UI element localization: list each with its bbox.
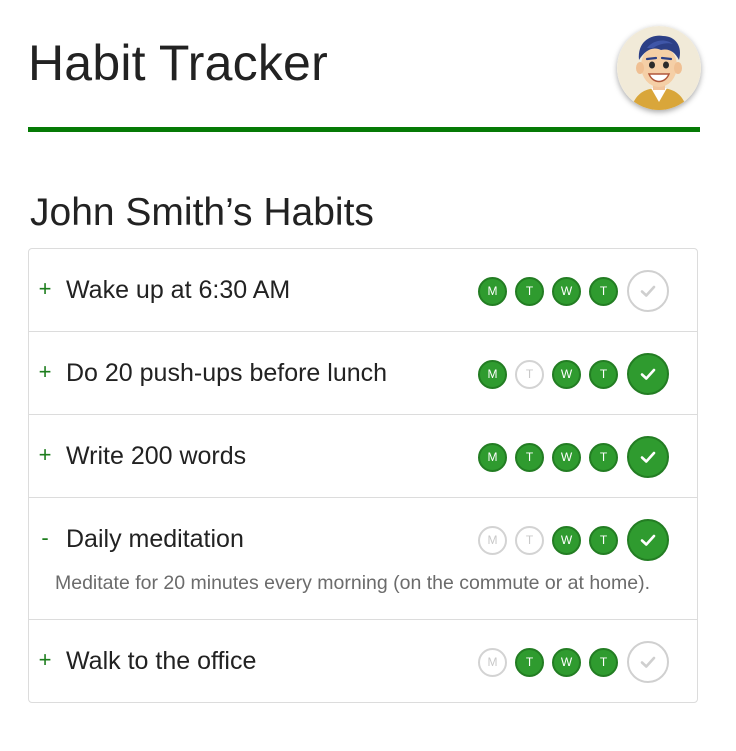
weekday-status-group: MTWT xyxy=(478,641,669,683)
expand-toggle[interactable]: + xyxy=(37,275,53,303)
expand-toggle[interactable]: + xyxy=(37,441,53,469)
checkmark-icon xyxy=(640,656,656,668)
day-status-w[interactable]: W xyxy=(552,525,581,555)
habit-name[interactable]: Wake up at 6:30 AM xyxy=(66,275,290,305)
weekday-status-group: MTWT xyxy=(478,519,669,561)
user-avatar-icon[interactable] xyxy=(617,26,701,110)
today-check-button[interactable] xyxy=(627,353,669,395)
habit-row: + Do 20 push-ups before lunch M T W T xyxy=(29,331,697,414)
today-check-button[interactable] xyxy=(627,270,669,312)
habit-row-header: + Walk to the office M T W T xyxy=(29,620,697,702)
day-status-t[interactable]: T xyxy=(589,525,618,555)
habit-name[interactable]: Walk to the office xyxy=(66,646,256,676)
today-check-button[interactable] xyxy=(627,436,669,478)
day-status-t[interactable]: T xyxy=(515,276,544,306)
avatar-illustration xyxy=(617,26,701,110)
weekday-status-group: MTWT xyxy=(478,436,669,478)
checkmark-icon xyxy=(640,451,656,463)
day-status-w[interactable]: W xyxy=(552,647,581,677)
day-status-t[interactable]: T xyxy=(589,442,618,472)
expand-toggle[interactable]: + xyxy=(37,358,53,386)
collapse-toggle[interactable]: - xyxy=(37,524,53,552)
day-status-w[interactable]: W xyxy=(552,276,581,306)
habit-row-header: + Write 200 words M T W T xyxy=(29,415,697,497)
day-status-m[interactable]: M xyxy=(478,359,507,389)
section-title: John Smith’s Habits xyxy=(30,191,374,234)
habit-row: + Walk to the office M T W T xyxy=(29,619,697,702)
day-status-t[interactable]: T xyxy=(515,359,544,389)
habit-row-header: - Daily meditation M T W T xyxy=(29,498,697,580)
app-title: Habit Tracker xyxy=(28,35,328,91)
today-check-button[interactable] xyxy=(627,641,669,683)
weekday-status-group: MTWT xyxy=(478,353,669,395)
day-status-m[interactable]: M xyxy=(478,276,507,306)
habit-row-header: + Do 20 push-ups before lunch M T W T xyxy=(29,332,697,414)
day-status-t[interactable]: T xyxy=(589,359,618,389)
checkmark-icon xyxy=(640,534,656,546)
habit-name[interactable]: Daily meditation xyxy=(66,524,244,554)
day-status-t[interactable]: T xyxy=(515,647,544,677)
habit-list: + Wake up at 6:30 AM M T W T + Do 20 push-ups b… xyxy=(28,248,698,703)
day-status-t[interactable]: T xyxy=(515,442,544,472)
habit-name[interactable]: Do 20 push-ups before lunch xyxy=(66,358,387,388)
day-status-t[interactable]: T xyxy=(589,647,618,677)
day-status-m[interactable]: M xyxy=(478,525,507,555)
day-status-t[interactable]: T xyxy=(515,525,544,555)
habit-row: + Write 200 words M T W T xyxy=(29,414,697,497)
habit-row: - Daily meditation M T W T Meditate for 20 min… xyxy=(29,497,697,619)
day-status-w[interactable]: W xyxy=(552,359,581,389)
day-status-w[interactable]: W xyxy=(552,442,581,472)
day-status-m[interactable]: M xyxy=(478,442,507,472)
checkmark-icon xyxy=(640,368,656,380)
habit-row-header: + Wake up at 6:30 AM M T W T xyxy=(29,249,697,331)
today-check-button[interactable] xyxy=(627,519,669,561)
header-divider xyxy=(28,127,700,132)
weekday-status-group: MTWT xyxy=(478,270,669,312)
day-status-t[interactable]: T xyxy=(589,276,618,306)
checkmark-icon xyxy=(640,285,656,297)
expand-toggle[interactable]: + xyxy=(37,646,53,674)
day-status-m[interactable]: M xyxy=(478,647,507,677)
habit-row: + Wake up at 6:30 AM M T W T xyxy=(29,249,697,331)
habit-name[interactable]: Write 200 words xyxy=(66,441,246,471)
